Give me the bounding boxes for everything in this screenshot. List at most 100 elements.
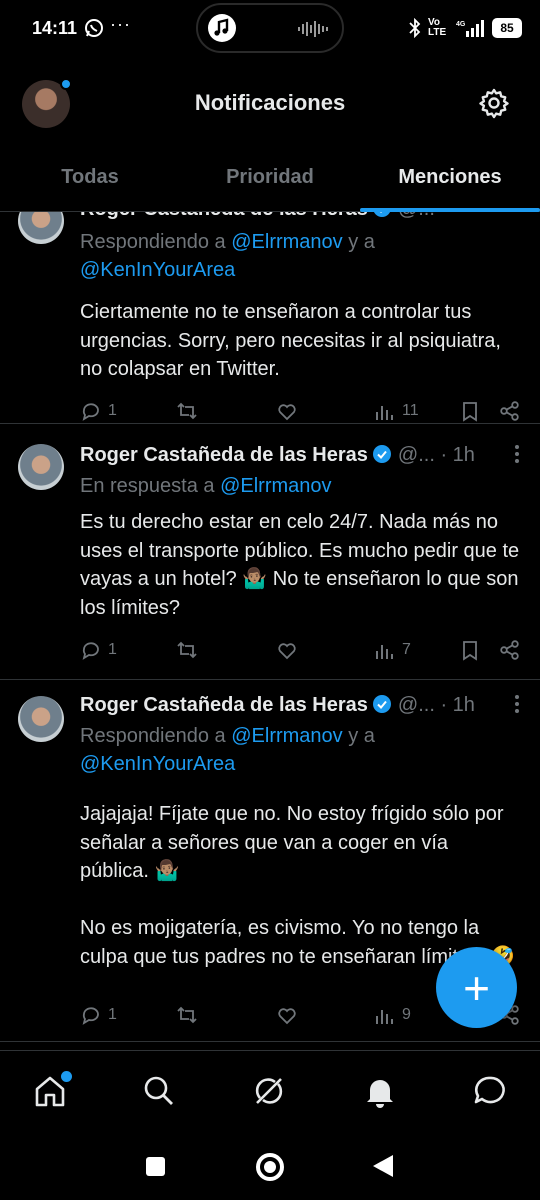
views-button[interactable]: 11 [374, 398, 419, 424]
search-icon [144, 1076, 173, 1105]
whatsapp-icon [85, 19, 103, 37]
like-button[interactable] [276, 398, 304, 424]
nav-notifications[interactable] [362, 1073, 398, 1109]
reply-button[interactable]: 1 [80, 398, 117, 424]
grok-icon [255, 1078, 283, 1104]
home-unread-dot [61, 1071, 72, 1082]
tweet-card[interactable]: Roger Castañeda de las Heras @... Respond… [0, 212, 540, 424]
author-avatar[interactable] [18, 696, 64, 742]
messages-icon [474, 1076, 505, 1104]
home-button[interactable] [256, 1153, 284, 1181]
compose-post-button[interactable]: + [436, 947, 517, 1028]
mention-link[interactable]: @KenInYourArea [80, 259, 235, 281]
volte-indicator: Vo LTE [428, 17, 447, 38]
views-button[interactable]: 9 [374, 1002, 411, 1028]
verified-badge-icon [372, 695, 391, 713]
verified-badge-icon [373, 212, 390, 217]
top-app-bar: Notificaciones [0, 58, 540, 150]
tweet-header: Roger Castañeda de las Heras @... · 1h [80, 694, 520, 722]
views-icon [376, 406, 393, 420]
tweet-card[interactable]: Roger Castañeda de las Heras @... · 1h En… [0, 428, 540, 680]
battery-indicator: 85 [492, 18, 522, 38]
author-name[interactable]: Roger Castañeda de las Heras [80, 444, 368, 466]
settings-gear-icon[interactable] [478, 87, 510, 119]
tweet-time: 1h [452, 444, 475, 466]
author-avatar[interactable] [18, 444, 64, 490]
mention-link[interactable]: @Elrrmanov [220, 475, 331, 497]
system-navigation-bar [0, 1132, 540, 1200]
status-indicators: Vo LTE 4G 85 [408, 15, 522, 41]
author-handle: @... [397, 444, 435, 466]
heart-icon [278, 643, 296, 660]
reply-context: En respuesta a @Elrrmanov [80, 475, 332, 497]
author-avatar[interactable] [18, 212, 64, 244]
music-icon [208, 14, 236, 42]
heart-icon [278, 1008, 296, 1025]
more-notifications-indicator: ··· [110, 14, 131, 34]
retweet-button[interactable] [176, 637, 204, 663]
author-name[interactable]: Roger Castañeda de las Heras [80, 212, 368, 220]
reply-context: Respondiendo a @Elrrmanov y a @KenInYourA… [80, 231, 375, 281]
author-handle: @... [398, 212, 435, 220]
like-button[interactable] [276, 637, 304, 663]
author-handle: @... [397, 694, 435, 716]
page-title: Notificaciones [194, 90, 346, 115]
tweet-actions: 1 11 [80, 398, 522, 424]
more-options-icon[interactable] [514, 444, 520, 464]
network-type: 4G [456, 21, 466, 28]
recent-apps-button[interactable] [146, 1157, 165, 1176]
mention-link[interactable]: @Elrrmanov [231, 231, 342, 253]
dynamic-island[interactable] [196, 3, 344, 53]
retweet-button[interactable] [176, 398, 204, 424]
bookmark-button[interactable] [459, 637, 481, 663]
notification-tabs: Todas Prioridad Menciones [0, 150, 540, 212]
status-time: 14:11 [32, 18, 78, 38]
heart-icon [278, 404, 296, 421]
nav-grok[interactable] [251, 1073, 287, 1109]
mention-link[interactable]: @Elrrmanov [231, 725, 342, 747]
audio-wave-icon [298, 21, 328, 37]
back-button[interactable] [373, 1155, 393, 1177]
plus-icon: + [463, 961, 490, 1014]
mentions-feed[interactable]: Roger Castañeda de las Heras @... Respond… [0, 212, 540, 1050]
bottom-navigation [0, 1050, 540, 1132]
author-name[interactable]: Roger Castañeda de las Heras [80, 694, 368, 716]
share-icon [500, 401, 519, 421]
tweet-header: Roger Castañeda de las Heras @... · 1h [80, 444, 520, 472]
tab-prioridad[interactable]: Prioridad [180, 150, 360, 211]
nav-messages[interactable] [472, 1073, 508, 1109]
bookmark-icon [463, 402, 477, 422]
tweet-actions: 1 7 [80, 637, 522, 663]
reply-button[interactable]: 1 [80, 1002, 117, 1028]
reply-button[interactable]: 1 [80, 637, 117, 663]
views-button[interactable]: 7 [374, 637, 411, 663]
retweet-icon [177, 402, 197, 420]
tab-menciones[interactable]: Menciones [360, 150, 540, 212]
mention-link[interactable]: @KenInYourArea [80, 753, 235, 775]
nav-search[interactable] [141, 1073, 177, 1109]
verified-badge-icon [372, 445, 391, 463]
views-icon [376, 1010, 393, 1024]
reply-icon [82, 403, 99, 421]
views-icon [376, 645, 393, 659]
tweet-text: Ciertamente no te enseñaron a controlar … [80, 301, 507, 380]
tweet-text: Es tu derecho estar en celo 24/7. Nada m… [80, 511, 525, 619]
bluetooth-icon [409, 18, 421, 38]
nav-home[interactable] [32, 1071, 72, 1109]
reply-icon [82, 642, 99, 660]
share-button[interactable] [499, 637, 521, 663]
status-bar: 14:11 ··· Vo LTE 4G 85 [0, 0, 540, 58]
reply-context: Respondiendo a @Elrrmanov y a @KenInYourA… [80, 725, 375, 775]
notifications-bell-icon [367, 1080, 393, 1108]
retweet-icon [177, 641, 197, 659]
tweet-text: Jajajaja! Fíjate que no. No estoy frígid… [80, 803, 515, 968]
like-button[interactable] [276, 1002, 304, 1028]
more-options-icon[interactable] [514, 694, 520, 714]
bookmark-button[interactable] [459, 398, 481, 424]
tweet-header: Roger Castañeda de las Heras @... [80, 212, 520, 226]
retweet-button[interactable] [176, 1002, 204, 1028]
reply-icon [82, 1007, 99, 1025]
share-icon [500, 640, 519, 660]
tab-todas[interactable]: Todas [0, 150, 180, 211]
share-button[interactable] [499, 398, 521, 424]
